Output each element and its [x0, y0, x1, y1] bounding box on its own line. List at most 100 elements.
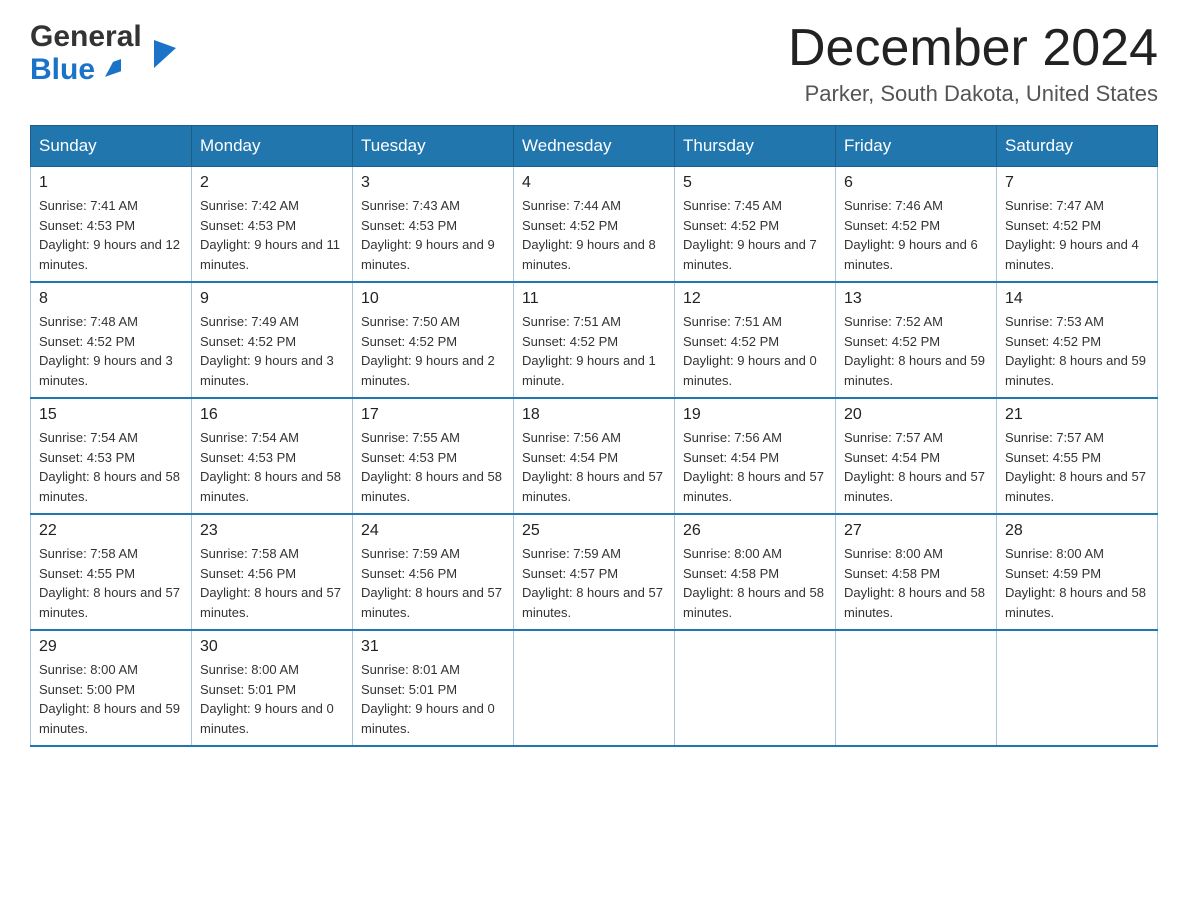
day-info: Sunrise: 8:00 AMSunset: 4:59 PMDaylight:… [1005, 546, 1146, 620]
calendar-cell: 4 Sunrise: 7:44 AMSunset: 4:52 PMDayligh… [514, 167, 675, 283]
title-block: December 2024 Parker, South Dakota, Unit… [788, 20, 1158, 107]
calendar-cell: 7 Sunrise: 7:47 AMSunset: 4:52 PMDayligh… [997, 167, 1158, 283]
day-number: 27 [844, 522, 988, 540]
location: Parker, South Dakota, United States [788, 81, 1158, 107]
day-number: 7 [1005, 174, 1149, 192]
day-number: 21 [1005, 406, 1149, 424]
logo-general: General [30, 20, 152, 53]
day-info: Sunrise: 7:59 AMSunset: 4:56 PMDaylight:… [361, 546, 502, 620]
day-info: Sunrise: 8:00 AMSunset: 5:01 PMDaylight:… [200, 662, 334, 736]
calendar-cell [675, 630, 836, 746]
day-info: Sunrise: 7:54 AMSunset: 4:53 PMDaylight:… [39, 430, 180, 504]
calendar-cell: 21 Sunrise: 7:57 AMSunset: 4:55 PMDaylig… [997, 398, 1158, 514]
day-info: Sunrise: 7:51 AMSunset: 4:52 PMDaylight:… [522, 314, 656, 388]
day-number: 29 [39, 638, 183, 656]
day-info: Sunrise: 8:01 AMSunset: 5:01 PMDaylight:… [361, 662, 495, 736]
calendar-cell [997, 630, 1158, 746]
calendar-cell: 31 Sunrise: 8:01 AMSunset: 5:01 PMDaylig… [353, 630, 514, 746]
month-title: December 2024 [788, 20, 1158, 77]
calendar-cell: 29 Sunrise: 8:00 AMSunset: 5:00 PMDaylig… [31, 630, 192, 746]
day-number: 3 [361, 174, 505, 192]
day-number: 8 [39, 290, 183, 308]
day-info: Sunrise: 7:58 AMSunset: 4:56 PMDaylight:… [200, 546, 341, 620]
day-number: 25 [522, 522, 666, 540]
day-number: 2 [200, 174, 344, 192]
col-thursday: Thursday [675, 126, 836, 167]
day-info: Sunrise: 7:51 AMSunset: 4:52 PMDaylight:… [683, 314, 817, 388]
day-number: 24 [361, 522, 505, 540]
day-info: Sunrise: 7:59 AMSunset: 4:57 PMDaylight:… [522, 546, 663, 620]
calendar-cell: 24 Sunrise: 7:59 AMSunset: 4:56 PMDaylig… [353, 514, 514, 630]
calendar-header-row: Sunday Monday Tuesday Wednesday Thursday… [31, 126, 1158, 167]
day-info: Sunrise: 7:47 AMSunset: 4:52 PMDaylight:… [1005, 198, 1139, 272]
logo-triangle-icon [154, 40, 176, 68]
day-info: Sunrise: 7:46 AMSunset: 4:52 PMDaylight:… [844, 198, 978, 272]
col-sunday: Sunday [31, 126, 192, 167]
day-info: Sunrise: 8:00 AMSunset: 5:00 PMDaylight:… [39, 662, 180, 736]
calendar-cell: 30 Sunrise: 8:00 AMSunset: 5:01 PMDaylig… [192, 630, 353, 746]
calendar-cell: 20 Sunrise: 7:57 AMSunset: 4:54 PMDaylig… [836, 398, 997, 514]
col-monday: Monday [192, 126, 353, 167]
day-info: Sunrise: 7:56 AMSunset: 4:54 PMDaylight:… [522, 430, 663, 504]
day-number: 14 [1005, 290, 1149, 308]
day-number: 31 [361, 638, 505, 656]
calendar-cell: 11 Sunrise: 7:51 AMSunset: 4:52 PMDaylig… [514, 282, 675, 398]
day-info: Sunrise: 7:52 AMSunset: 4:52 PMDaylight:… [844, 314, 985, 388]
calendar-cell: 1 Sunrise: 7:41 AMSunset: 4:53 PMDayligh… [31, 167, 192, 283]
day-number: 30 [200, 638, 344, 656]
calendar-cell: 18 Sunrise: 7:56 AMSunset: 4:54 PMDaylig… [514, 398, 675, 514]
calendar-cell: 25 Sunrise: 7:59 AMSunset: 4:57 PMDaylig… [514, 514, 675, 630]
calendar-cell: 23 Sunrise: 7:58 AMSunset: 4:56 PMDaylig… [192, 514, 353, 630]
day-number: 1 [39, 174, 183, 192]
calendar-cell: 2 Sunrise: 7:42 AMSunset: 4:53 PMDayligh… [192, 167, 353, 283]
day-number: 16 [200, 406, 344, 424]
calendar-cell: 14 Sunrise: 7:53 AMSunset: 4:52 PMDaylig… [997, 282, 1158, 398]
day-number: 11 [522, 290, 666, 308]
day-number: 6 [844, 174, 988, 192]
day-number: 13 [844, 290, 988, 308]
calendar-cell: 9 Sunrise: 7:49 AMSunset: 4:52 PMDayligh… [192, 282, 353, 398]
calendar-cell [514, 630, 675, 746]
day-info: Sunrise: 7:56 AMSunset: 4:54 PMDaylight:… [683, 430, 824, 504]
week-row-2: 8 Sunrise: 7:48 AMSunset: 4:52 PMDayligh… [31, 282, 1158, 398]
col-tuesday: Tuesday [353, 126, 514, 167]
calendar-cell: 6 Sunrise: 7:46 AMSunset: 4:52 PMDayligh… [836, 167, 997, 283]
calendar-cell: 17 Sunrise: 7:55 AMSunset: 4:53 PMDaylig… [353, 398, 514, 514]
day-number: 23 [200, 522, 344, 540]
day-info: Sunrise: 7:57 AMSunset: 4:55 PMDaylight:… [1005, 430, 1146, 504]
col-saturday: Saturday [997, 126, 1158, 167]
day-info: Sunrise: 7:42 AMSunset: 4:53 PMDaylight:… [200, 198, 340, 272]
day-number: 5 [683, 174, 827, 192]
calendar-cell: 12 Sunrise: 7:51 AMSunset: 4:52 PMDaylig… [675, 282, 836, 398]
day-number: 26 [683, 522, 827, 540]
day-info: Sunrise: 7:49 AMSunset: 4:52 PMDaylight:… [200, 314, 334, 388]
day-info: Sunrise: 7:58 AMSunset: 4:55 PMDaylight:… [39, 546, 180, 620]
week-row-1: 1 Sunrise: 7:41 AMSunset: 4:53 PMDayligh… [31, 167, 1158, 283]
day-info: Sunrise: 7:50 AMSunset: 4:52 PMDaylight:… [361, 314, 495, 388]
col-wednesday: Wednesday [514, 126, 675, 167]
calendar-cell: 22 Sunrise: 7:58 AMSunset: 4:55 PMDaylig… [31, 514, 192, 630]
calendar-cell: 26 Sunrise: 8:00 AMSunset: 4:58 PMDaylig… [675, 514, 836, 630]
calendar-cell: 10 Sunrise: 7:50 AMSunset: 4:52 PMDaylig… [353, 282, 514, 398]
calendar-cell: 16 Sunrise: 7:54 AMSunset: 4:53 PMDaylig… [192, 398, 353, 514]
day-number: 22 [39, 522, 183, 540]
day-number: 10 [361, 290, 505, 308]
calendar-cell: 19 Sunrise: 7:56 AMSunset: 4:54 PMDaylig… [675, 398, 836, 514]
day-number: 15 [39, 406, 183, 424]
calendar-cell: 8 Sunrise: 7:48 AMSunset: 4:52 PMDayligh… [31, 282, 192, 398]
day-info: Sunrise: 7:54 AMSunset: 4:53 PMDaylight:… [200, 430, 341, 504]
day-info: Sunrise: 7:41 AMSunset: 4:53 PMDaylight:… [39, 198, 180, 272]
page-header: General Blue December 2024 Parker, South… [30, 20, 1158, 107]
col-friday: Friday [836, 126, 997, 167]
logo-blue: Blue [30, 53, 152, 86]
day-info: Sunrise: 7:48 AMSunset: 4:52 PMDaylight:… [39, 314, 173, 388]
day-info: Sunrise: 7:55 AMSunset: 4:53 PMDaylight:… [361, 430, 502, 504]
day-number: 17 [361, 406, 505, 424]
calendar-cell [836, 630, 997, 746]
day-info: Sunrise: 7:45 AMSunset: 4:52 PMDaylight:… [683, 198, 817, 272]
week-row-3: 15 Sunrise: 7:54 AMSunset: 4:53 PMDaylig… [31, 398, 1158, 514]
day-info: Sunrise: 8:00 AMSunset: 4:58 PMDaylight:… [844, 546, 985, 620]
day-number: 28 [1005, 522, 1149, 540]
day-number: 18 [522, 406, 666, 424]
day-info: Sunrise: 8:00 AMSunset: 4:58 PMDaylight:… [683, 546, 824, 620]
